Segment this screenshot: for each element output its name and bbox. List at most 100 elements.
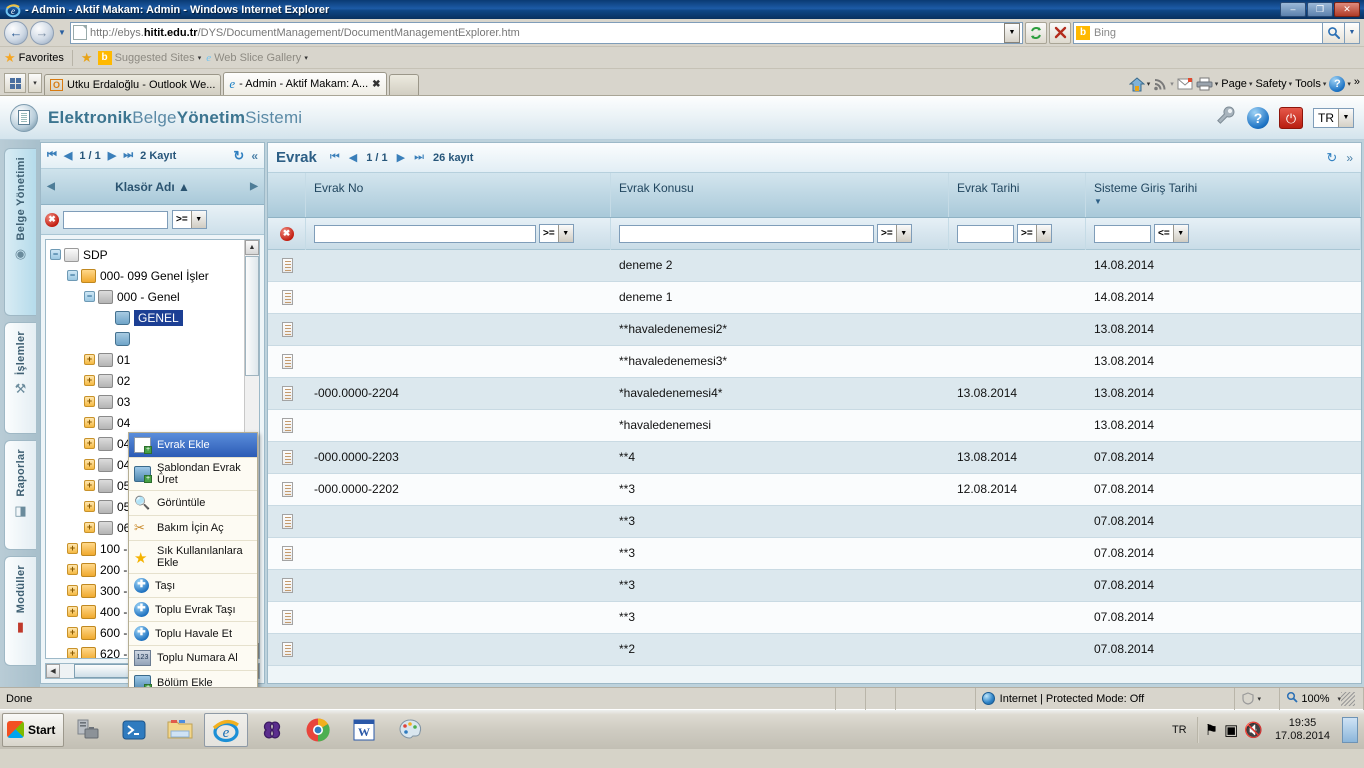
search-dropdown-icon[interactable]: ▼ [1345,21,1360,44]
expand-node-icon[interactable]: + [84,459,95,470]
sidebar-item-islemler[interactable]: İşlemler ⚒ [4,322,36,434]
expand-node-icon[interactable]: + [67,564,78,575]
taskbar-button-internet-explorer[interactable]: e [204,712,249,747]
minimize-button[interactable]: – [1280,2,1306,17]
row-document-icon-cell[interactable] [268,378,306,409]
web-slice-gallery-button[interactable]: e Web Slice Gallery ▾ [206,52,308,64]
taskbar-button-infinity-app[interactable] [250,713,294,747]
tree-node[interactable]: − 000- 099 Genel İşler [50,265,259,286]
refresh-icon[interactable]: ↻ [1326,150,1337,166]
feeds-button[interactable]: ▾ [1153,77,1174,91]
table-row[interactable]: **havaledenemesi3* 13.08.2014 [268,346,1361,378]
sidebar-item-moduller[interactable]: Modüller ▮ [4,556,36,666]
sidebar-item-raporlar[interactable]: Raporlar ◨ [4,440,36,550]
expand-node-icon[interactable]: + [84,417,95,428]
tab-close-icon[interactable]: ✖ [372,79,380,90]
filter-operator-evrak-no[interactable]: >= ▼ [539,224,574,243]
row-document-icon-cell[interactable] [268,602,306,633]
help-menu-button[interactable]: ? ▾ [1329,76,1351,92]
filter-input-evrak-konusu[interactable] [619,224,874,243]
row-document-icon-cell[interactable] [268,250,306,281]
new-tab-button[interactable] [388,74,419,95]
context-menu-item[interactable]: + Evrak Ekle [129,433,257,457]
sidebar-item-belge-yonetimi[interactable]: Belge Yönetimi ◉ [4,148,36,316]
mail-button[interactable] [1177,78,1193,90]
tree-node[interactable]: GENEL [50,307,259,328]
folder-filter-operator[interactable]: >= ▼ [172,210,207,229]
table-row[interactable]: deneme 2 14.08.2014 [268,250,1361,282]
context-menu-item[interactable]: ✚ Taşı [129,573,257,597]
refresh-button[interactable] [1025,21,1047,44]
prev-page-button[interactable]: ◀ [64,149,72,162]
context-menu-item[interactable]: ✚ Toplu Havale Et [129,621,257,645]
zoom-control[interactable]: 100% ▾ [1280,687,1364,710]
resize-grip[interactable] [1341,691,1355,706]
next-page-button[interactable]: ▶ [397,151,405,164]
tree-node[interactable]: +03 [50,391,259,412]
filter-operator-sisteme-giris[interactable]: <= ▼ [1154,224,1189,243]
row-document-icon-cell[interactable] [268,282,306,313]
url-dropdown-icon[interactable]: ▼ [1004,22,1020,43]
refresh-icon[interactable]: ↻ [233,148,244,164]
table-row[interactable]: deneme 1 14.08.2014 [268,282,1361,314]
last-page-button[interactable]: ⏭ [123,149,133,162]
context-menu-item[interactable]: 🔍 Görüntüle [129,490,257,515]
prev-page-button[interactable]: ◀ [349,151,357,164]
chevron-down-icon[interactable]: ▾ [1170,80,1174,88]
first-page-button[interactable]: ⏮ [330,151,340,164]
history-dropdown-icon[interactable]: ▼ [56,28,68,37]
folder-filter-input[interactable] [63,210,168,229]
column-header-evrak-konusu[interactable]: Evrak Konusu [611,173,949,217]
expand-icon[interactable]: » [1346,151,1353,165]
expand-node-icon[interactable]: + [84,396,95,407]
context-menu-item[interactable]: + Bölüm Ekle [129,670,257,687]
volume-muted-icon[interactable]: 🔇 [1244,721,1263,739]
taskbar-button-paint[interactable] [388,713,432,747]
row-document-icon-cell[interactable] [268,410,306,441]
protected-mode-button[interactable]: ▾ [1235,687,1281,710]
column-header-sisteme-giris-tarihi[interactable]: Sisteme Giriş Tarihi ▼ [1086,173,1361,217]
filter-operator-evrak-konusu[interactable]: >= ▼ [877,224,912,243]
expand-node-icon[interactable]: + [67,627,78,638]
tree-node[interactable]: +01 [50,349,259,370]
print-button[interactable]: ▾ [1196,77,1219,91]
table-row[interactable]: **3 07.08.2014 [268,570,1361,602]
context-menu-item[interactable]: ★ Sık Kullanılanlara Ekle [129,540,257,573]
last-page-button[interactable]: ⏭ [414,151,424,164]
taskbar-button-server-manager[interactable] [66,713,110,747]
table-row[interactable]: **3 07.08.2014 [268,602,1361,634]
maximize-button[interactable]: ❐ [1307,2,1333,17]
collapse-node-icon[interactable]: − [84,291,95,302]
table-row[interactable]: -000.0000-2203 **4 13.08.2014 07.08.2014 [268,442,1361,474]
logout-power-icon[interactable]: ⏻ [1279,106,1303,129]
expand-node-icon[interactable]: + [84,354,95,365]
show-desktop-button[interactable] [1342,716,1358,743]
page-menu-button[interactable]: Page ▾ [1221,78,1252,90]
scroll-right-icon[interactable]: ▶ [244,181,264,192]
home-button[interactable]: ▾ [1128,76,1150,92]
collapse-node-icon[interactable]: − [67,270,78,281]
scroll-left-button[interactable]: ◀ [46,664,60,678]
table-row[interactable]: **havaledenemesi2* 13.08.2014 [268,314,1361,346]
chevron-down-icon[interactable]: ▾ [1215,80,1219,88]
search-input[interactable]: b Bing [1073,21,1323,44]
row-document-icon-cell[interactable] [268,346,306,377]
context-menu-item[interactable]: ✂ Bakım İçin Aç [129,515,257,540]
back-button[interactable]: ← [4,20,28,45]
row-document-icon-cell[interactable] [268,634,306,665]
row-document-icon-cell[interactable] [268,506,306,537]
table-row[interactable]: **2 07.08.2014 [268,634,1361,666]
taskbar-button-microsoft-word[interactable]: W [342,713,386,747]
clock[interactable]: 19:35 17.08.2014 [1269,717,1336,743]
scrollbar-thumb[interactable] [245,256,259,376]
forward-button[interactable]: → [30,20,54,45]
table-row[interactable]: **3 07.08.2014 [268,506,1361,538]
filter-input-sisteme-giris[interactable] [1094,224,1151,243]
add-to-favorites-bar-icon[interactable]: ★ [81,50,93,66]
network-icon[interactable]: ▣ [1224,721,1238,739]
tools-menu-button[interactable]: Tools ▾ [1295,78,1326,90]
expand-node-icon[interactable]: + [67,543,78,554]
expand-node-icon[interactable]: + [84,501,95,512]
safety-menu-button[interactable]: Safety ▾ [1255,78,1292,90]
expand-node-icon[interactable]: + [84,522,95,533]
